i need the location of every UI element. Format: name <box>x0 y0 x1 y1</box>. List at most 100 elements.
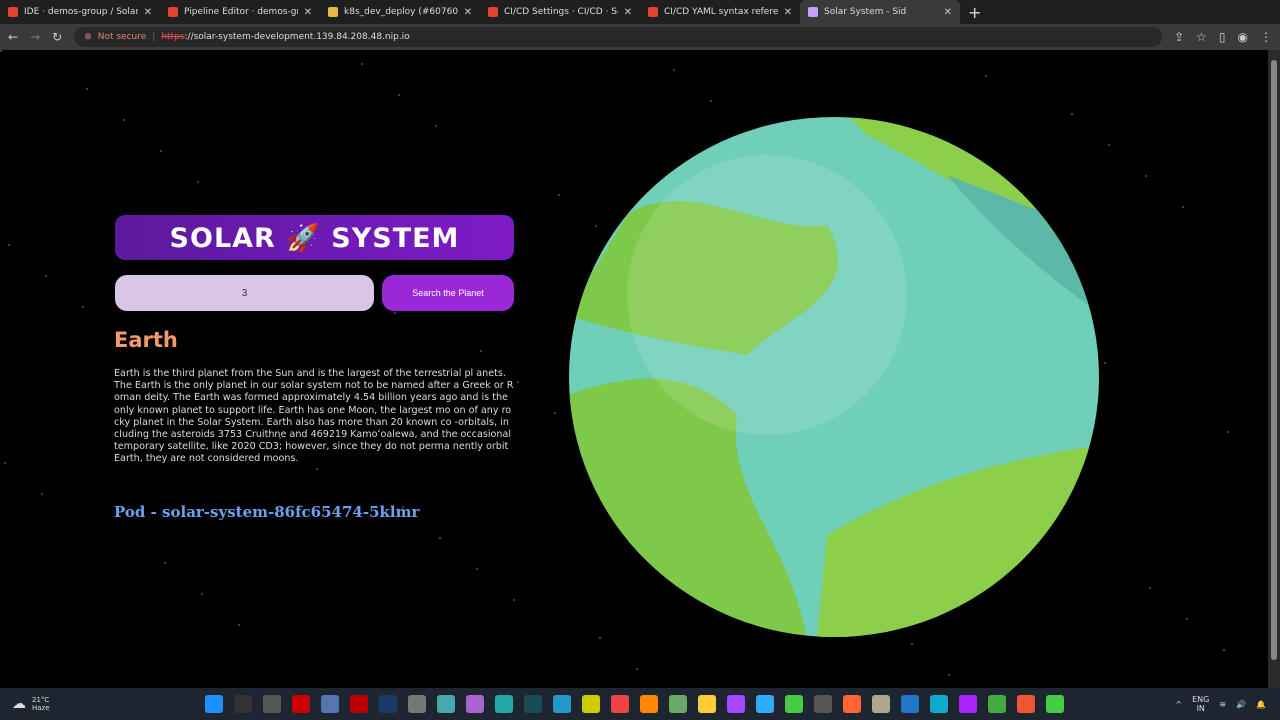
browser-tab[interactable]: Pipeline Editor · demos-group /✕ <box>160 0 320 24</box>
taskbar-app-icon[interactable] <box>234 695 252 713</box>
star <box>480 350 482 352</box>
taskbar-app-icon[interactable] <box>843 695 861 713</box>
star <box>1104 362 1106 364</box>
taskbar-app-icon[interactable] <box>698 695 716 713</box>
taskbar-app-icon[interactable] <box>814 695 832 713</box>
url-input[interactable]: ⊗ Not secure | https://solar-system-deve… <box>74 27 1163 47</box>
menu-icon[interactable]: ⋮ <box>1260 30 1272 44</box>
taskbar-app-icon[interactable] <box>872 695 890 713</box>
star <box>1186 618 1188 620</box>
star <box>201 593 203 595</box>
star <box>1145 175 1147 177</box>
close-tab-icon[interactable]: ✕ <box>144 7 152 18</box>
taskbar-app-icon[interactable] <box>1017 695 1035 713</box>
star <box>45 275 47 277</box>
gitlab-icon <box>488 7 498 17</box>
taskbar-app-icon[interactable] <box>988 695 1006 713</box>
new-tab-button[interactable]: + <box>960 3 989 22</box>
page-viewport: SOLAR 🚀 SYSTEM Search the Planet Earth E… <box>0 50 1268 688</box>
taskbar-app-icon[interactable] <box>437 695 455 713</box>
star <box>316 468 318 470</box>
url-text: ://solar-system-development.139.84.208.4… <box>184 32 410 42</box>
url-scheme: https <box>161 32 185 42</box>
forward-icon[interactable]: → <box>30 30 40 44</box>
close-tab-icon[interactable]: ✕ <box>624 7 632 18</box>
taskbar-app-icon[interactable] <box>495 695 513 713</box>
taskbar-app-icon[interactable] <box>205 695 223 713</box>
profile-avatar[interactable]: ◉ <box>1238 30 1248 44</box>
taskbar-app-icon[interactable] <box>930 695 948 713</box>
search-planet-button[interactable]: Search the Planet <box>382 275 514 311</box>
taskbar-app-icon[interactable] <box>582 695 600 713</box>
taskbar-app-icon[interactable] <box>669 695 687 713</box>
language[interactable]: ENG <box>1192 695 1209 704</box>
not-secure-icon[interactable]: ⊗ <box>84 32 92 42</box>
taskbar-app-icon[interactable] <box>1046 695 1064 713</box>
volume-icon[interactable]: 🔊 <box>1236 700 1246 709</box>
gitlab-icon <box>168 7 178 17</box>
browser-tab-active[interactable]: Solar System - Sid ✕ <box>800 0 960 24</box>
notification-bell-icon[interactable]: 🔔 <box>1256 700 1266 709</box>
star <box>558 194 560 196</box>
taskbar-app-icon[interactable] <box>640 695 658 713</box>
star <box>435 125 437 127</box>
sidepanel-icon[interactable]: ▯ <box>1219 30 1226 44</box>
taskbar-app-icon[interactable] <box>466 695 484 713</box>
star <box>238 624 240 626</box>
close-tab-icon[interactable]: ✕ <box>944 7 952 18</box>
taskbar-app-icon[interactable] <box>263 695 281 713</box>
planet-search-input[interactable] <box>115 275 374 311</box>
back-icon[interactable]: ← <box>8 30 18 44</box>
browser-tab[interactable]: CI/CD YAML syntax reference | G✕ <box>640 0 800 24</box>
taskbar-app-icon[interactable] <box>901 695 919 713</box>
reload-icon[interactable]: ↻ <box>52 30 62 44</box>
taskbar-app-icon[interactable] <box>379 695 397 713</box>
star <box>160 150 162 152</box>
star <box>1149 587 1151 589</box>
close-tab-icon[interactable]: ✕ <box>464 7 472 18</box>
security-label[interactable]: Not secure <box>98 32 147 42</box>
star <box>554 412 556 414</box>
tab-strip: IDE · demos-group / Solar Syste✕ Pipelin… <box>0 0 1280 24</box>
taskbar-app-icon[interactable] <box>959 695 977 713</box>
page-scrollbar[interactable] <box>1268 50 1280 688</box>
star <box>948 674 950 676</box>
share-icon[interactable]: ⇪ <box>1174 30 1184 44</box>
star <box>394 312 396 314</box>
star <box>1227 431 1229 433</box>
close-tab-icon[interactable]: ✕ <box>784 7 792 18</box>
taskbar-app-icon[interactable] <box>727 695 745 713</box>
browser-tab[interactable]: CI/CD Settings · CI/CD · Settings✕ <box>480 0 640 24</box>
bookmark-star-icon[interactable]: ☆ <box>1196 30 1207 44</box>
star <box>911 643 913 645</box>
star <box>710 100 712 102</box>
browser-tab[interactable]: IDE · demos-group / Solar Syste✕ <box>0 0 160 24</box>
star <box>197 181 199 183</box>
region[interactable]: IN <box>1192 704 1209 713</box>
star <box>164 562 166 564</box>
earth-image <box>569 117 1099 637</box>
browser-tab[interactable]: k8s_dev_deploy (#6076076330)✕ <box>320 0 480 24</box>
taskbar-app-icon[interactable] <box>321 695 339 713</box>
wifi-icon[interactable]: ≋ <box>1219 700 1226 709</box>
taskbar-app-icon[interactable] <box>292 695 310 713</box>
weather-widget[interactable]: ☁ 21°C Haze <box>12 696 50 712</box>
taskbar-app-icon[interactable] <box>553 695 571 713</box>
taskbar-app-icon[interactable] <box>350 695 368 713</box>
gitlab-docs-icon <box>648 7 658 17</box>
taskbar-app-icon[interactable] <box>524 695 542 713</box>
star <box>82 306 84 308</box>
taskbar-app-icon[interactable] <box>785 695 803 713</box>
taskbar-app-icon[interactable] <box>756 695 774 713</box>
chevron-up-icon[interactable]: ^ <box>1175 700 1182 709</box>
taskbar-app-icon[interactable] <box>611 695 629 713</box>
pod-name: Pod - solar-system-86fc65474-5klmr <box>114 503 420 521</box>
close-tab-icon[interactable]: ✕ <box>304 7 312 18</box>
star <box>86 88 88 90</box>
weather-icon: ☁ <box>12 696 26 712</box>
star <box>398 94 400 96</box>
star <box>1182 206 1184 208</box>
taskbar-app-icon[interactable] <box>408 695 426 713</box>
star <box>636 668 638 670</box>
star <box>673 69 675 71</box>
